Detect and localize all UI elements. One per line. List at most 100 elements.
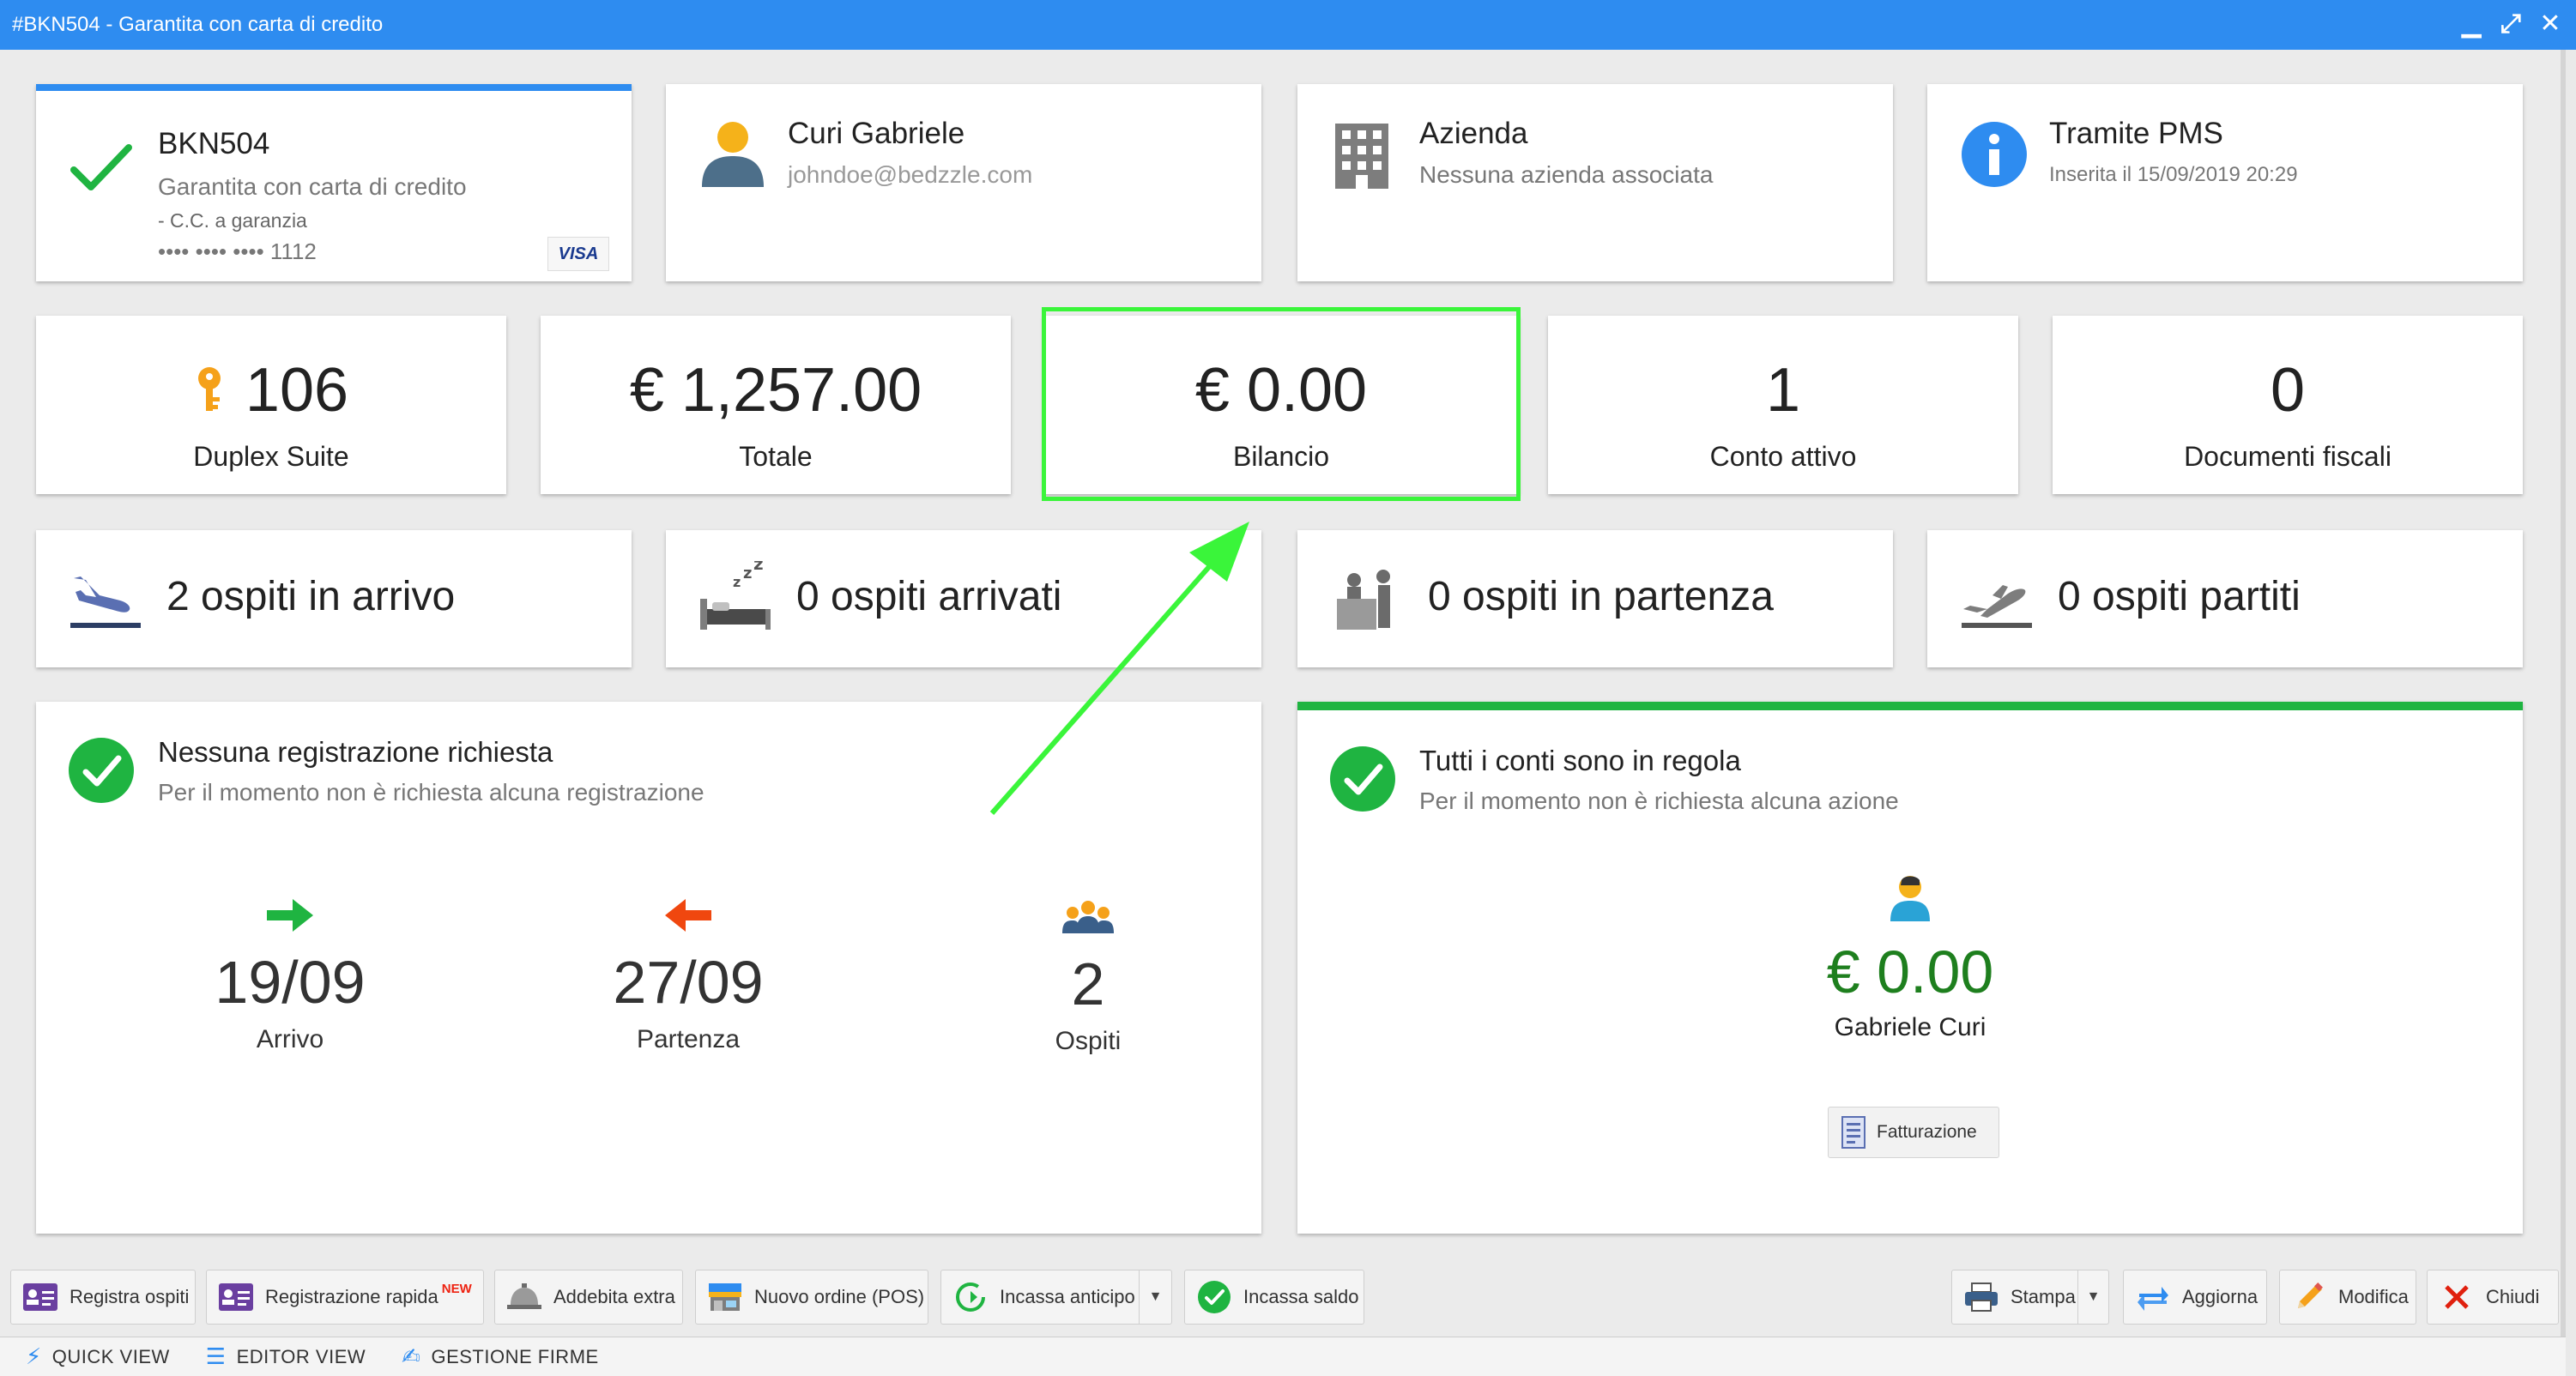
printer-icon	[1962, 1280, 2000, 1314]
accounts-card[interactable]: 1 Conto attivo	[1548, 316, 2018, 494]
company-title: Azienda	[1419, 117, 1528, 150]
accounts-value: 1	[1765, 356, 1801, 425]
info-icon	[1962, 122, 2027, 187]
shop-icon	[706, 1280, 744, 1314]
collect-advance-button[interactable]: Incassa anticipo ▼	[940, 1270, 1172, 1325]
room-card[interactable]: 106 Duplex Suite	[36, 316, 506, 494]
new-order-button[interactable]: Nuovo ordine (POS)	[695, 1270, 928, 1325]
booking-card: BKN504 Garantita con carta di credito - …	[36, 84, 632, 281]
new-badge: NEW	[441, 1281, 472, 1296]
source-subtitle: Inserita il 15/09/2019 20:29	[2049, 163, 2298, 186]
arrow-right-icon	[267, 899, 313, 932]
registration-title: Nessuna registrazione richiesta	[158, 736, 553, 768]
registration-subtitle: Per il momento non è richiesta alcuna re…	[158, 779, 704, 806]
customer-card[interactable]: Curi Gabriele johndoe@bedzzle.com	[666, 84, 1261, 281]
charge-extra-label: Addebita extra	[553, 1286, 675, 1307]
guests-count: 2	[1071, 951, 1105, 1017]
svg-text:z: z	[753, 561, 764, 574]
signature-icon: ✍	[402, 1343, 421, 1369]
group-icon	[1062, 901, 1114, 933]
departure-block: 27/09 Partenza	[542, 899, 834, 1054]
booking-status: Garantita con carta di credito	[158, 173, 467, 200]
edit-button[interactable]: Modifica	[2279, 1270, 2416, 1325]
print-button[interactable]: Stampa ▼	[1951, 1270, 2109, 1325]
action-toolbar: Registra ospiti Registrazione rapida NEW…	[0, 1261, 2566, 1331]
invoice-button-label: Fatturazione	[1877, 1122, 1977, 1142]
plane-takeoff-icon	[1962, 585, 2032, 628]
arrival-block: 19/09 Arrivo	[144, 899, 436, 1054]
annotation-arrow	[989, 522, 1249, 815]
accounts-status-title: Tutti i conti sono in regola	[1419, 745, 1741, 776]
register-guests-button[interactable]: Registra ospiti	[10, 1270, 196, 1325]
bed-sleep-icon: z z z	[700, 561, 771, 630]
maximize-icon[interactable]: ⤢	[2497, 9, 2525, 39]
collect-advance-dropdown-icon[interactable]: ▼	[1139, 1270, 1171, 1324]
check-circle-icon	[1195, 1280, 1233, 1314]
tab-editor-view[interactable]: ☰ EDITOR VIEW	[206, 1343, 366, 1370]
tab-quick-view-label: QUICK VIEW	[51, 1345, 170, 1367]
arrival-date: 19/09	[215, 949, 366, 1016]
guests-departing-card[interactable]: 0 ospiti in partenza	[1297, 530, 1893, 667]
company-card[interactable]: Azienda Nessuna azienda associata	[1297, 84, 1893, 281]
minimize-icon[interactable]: ▁	[2458, 9, 2485, 39]
close-icon	[2438, 1280, 2476, 1314]
id-card-icon	[217, 1280, 255, 1314]
charge-extra-button[interactable]: Addebita extra	[494, 1270, 683, 1325]
fiscal-docs-card[interactable]: 0 Documenti fiscali	[2053, 316, 2523, 494]
company-subtitle: Nessuna azienda associata	[1419, 161, 1714, 188]
check-circle-icon	[1330, 746, 1395, 812]
guests-departed-card[interactable]: 0 ospiti partiti	[1927, 530, 2523, 667]
check-circle-icon	[69, 738, 134, 803]
invoice-icon	[1841, 1116, 1865, 1149]
annotation-highlight-box	[1042, 307, 1521, 501]
person-icon	[1890, 876, 1930, 921]
departure-label: Partenza	[636, 1025, 741, 1053]
accounts-label: Conto attivo	[1709, 441, 1857, 472]
close-label: Chiudi	[2486, 1286, 2540, 1307]
booking-guarantee: - C.C. a garanzia	[158, 209, 307, 232]
guests-arriving-card[interactable]: 2 ospiti in arrivo	[36, 530, 632, 667]
key-icon	[197, 367, 221, 411]
account-amount: € 0.00	[1826, 938, 1994, 1005]
window-titlebar: #BKN504 - Garantita con carta di credito…	[0, 0, 2576, 50]
sync-arrows-icon	[2134, 1280, 2172, 1314]
quick-registration-button[interactable]: Registrazione rapida NEW	[206, 1270, 484, 1325]
close-window-icon[interactable]: ✕	[2537, 9, 2564, 39]
svg-text:z: z	[743, 564, 752, 582]
source-title: Tramite PMS	[2049, 117, 2223, 150]
total-value: € 1,257.00	[629, 356, 922, 425]
tab-signatures-label: GESTIONE FIRME	[431, 1345, 599, 1367]
room-stat: 106	[36, 355, 506, 425]
refresh-clock-icon	[952, 1280, 989, 1314]
total-card: € 1,257.00 Totale	[541, 316, 1011, 494]
guests-label: Ospiti	[1055, 1027, 1122, 1055]
list-icon: ☰	[205, 1343, 227, 1369]
accounts-status-subtitle: Per il momento non è richiesta alcuna az…	[1419, 788, 1899, 814]
tab-signatures[interactable]: ✍ GESTIONE FIRME	[402, 1343, 599, 1370]
collect-balance-button[interactable]: Incassa saldo	[1184, 1270, 1364, 1325]
building-icon	[1335, 124, 1388, 189]
quick-registration-label: Registrazione rapida	[265, 1286, 438, 1307]
refresh-button[interactable]: Aggiorna	[2123, 1270, 2267, 1325]
departure-date: 27/09	[613, 949, 764, 1016]
room-number: 106	[245, 356, 349, 425]
print-dropdown-icon[interactable]: ▼	[2077, 1270, 2108, 1324]
accounts-status-card: Tutti i conti sono in regola Per il mome…	[1297, 702, 2523, 1234]
new-order-label: Nuovo ordine (POS)	[754, 1286, 925, 1307]
tab-quick-view[interactable]: ⚡ QUICK VIEW	[26, 1343, 170, 1370]
account-summary: € 0.00 Gabriele Curi	[1738, 873, 2082, 1042]
card-number: •••• •••• •••• 1112	[158, 238, 317, 264]
booking-code: BKN504	[158, 127, 270, 160]
fiscal-docs-label: Documenti fiscali	[2184, 441, 2392, 472]
register-guests-label: Registra ospiti	[70, 1286, 190, 1307]
invoice-button[interactable]: Fatturazione	[1828, 1107, 1999, 1158]
user-icon	[702, 122, 764, 187]
guests-departed-text: 0 ospiti partiti	[2058, 574, 2301, 619]
view-tabs: ⚡ QUICK VIEW ☰ EDITOR VIEW ✍ GESTIONE FI…	[0, 1337, 2566, 1376]
check-icon	[70, 144, 132, 190]
close-button[interactable]: Chiudi	[2427, 1270, 2559, 1325]
service-bell-icon	[505, 1280, 543, 1314]
print-label: Stampa	[2011, 1286, 2076, 1307]
guests-block: 2 Ospiti	[942, 899, 1234, 1056]
tab-editor-view-label: EDITOR VIEW	[236, 1345, 366, 1367]
